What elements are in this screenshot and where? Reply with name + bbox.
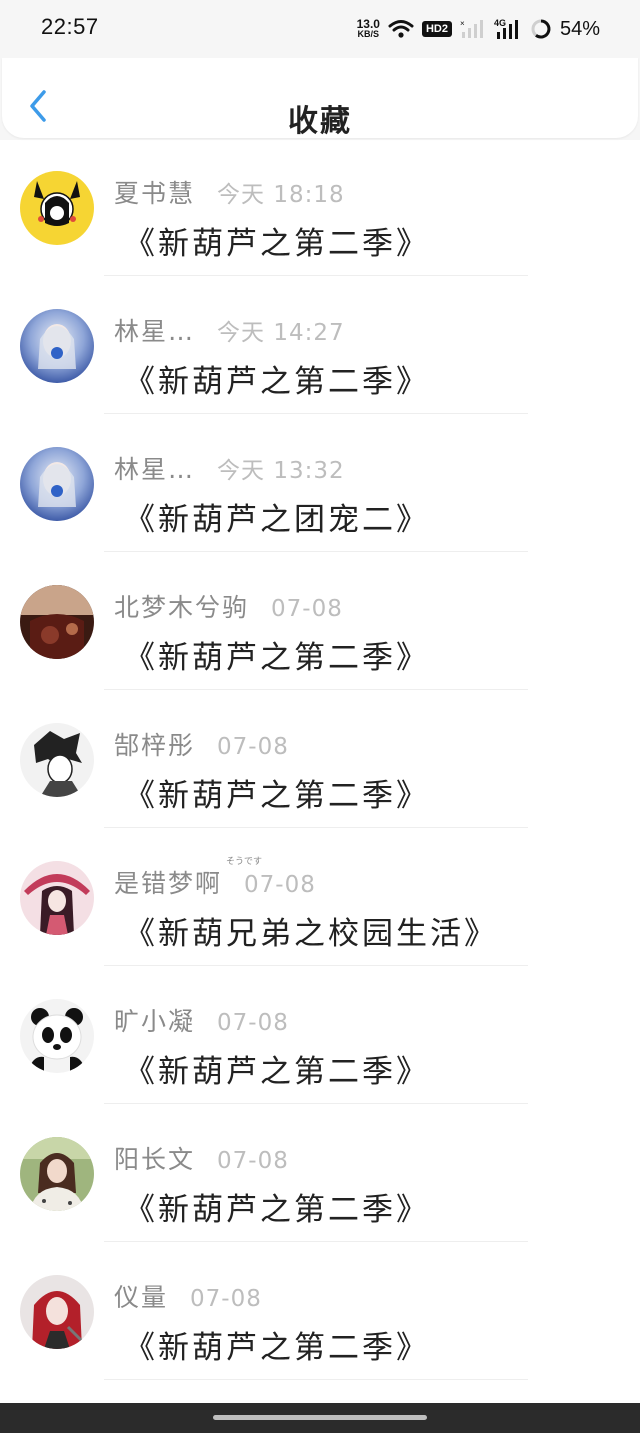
favorites-list: 夏书慧 今天 18:18 《新葫芦之第二季》 林星… 今天 14:27 《新葫芦… <box>0 140 640 1382</box>
list-item[interactable]: 仪量 07-08 《新葫芦之第二季》 <box>0 1244 640 1382</box>
timestamp: 07-08 <box>217 1148 289 1174</box>
home-indicator[interactable] <box>213 1415 427 1420</box>
item-meta: 阳长文 07-08 <box>114 1140 289 1174</box>
user-name[interactable]: 旷小凝 <box>114 1002 195 1038</box>
signal-icon-2: 4G <box>494 18 518 39</box>
svg-text:×: × <box>460 19 465 28</box>
timestamp: 今天 18:18 <box>217 182 345 208</box>
avatar-panda-image <box>20 999 94 1073</box>
avatar-blue-girl-image <box>20 309 94 383</box>
list-item[interactable]: 夏书慧 今天 18:18 《新葫芦之第二季》 <box>0 140 640 278</box>
item-meta: そうです 是错梦啊 07-08 <box>114 857 316 898</box>
timestamp: 07-08 <box>190 1286 262 1312</box>
net-speed: 13.0 KB/S <box>356 17 380 39</box>
timestamp: 07-08 <box>217 1010 289 1036</box>
timestamp: 07-08 <box>217 734 289 760</box>
avatar-dark-red-image <box>20 585 94 659</box>
list-item[interactable]: そうです 是错梦啊 07-08 《新葫兄弟之校园生活》 <box>0 830 640 968</box>
item-meta: 夏书慧 今天 18:18 <box>114 174 345 208</box>
book-title[interactable]: 《新葫芦之第二季》 <box>124 632 430 677</box>
divider <box>104 1241 528 1242</box>
net-speed-value: 13.0 <box>356 17 380 31</box>
avatar[interactable] <box>20 723 94 797</box>
avatar[interactable] <box>20 1275 94 1349</box>
list-item[interactable]: 林星… 今天 14:27 《新葫芦之第二季》 <box>0 278 640 416</box>
book-title[interactable]: 《新葫芦之第二季》 <box>124 1046 430 1091</box>
avatar[interactable] <box>20 171 94 245</box>
avatar[interactable] <box>20 861 94 935</box>
user-name[interactable]: 阳长文 <box>114 1140 195 1176</box>
battery-ring-icon <box>531 19 551 39</box>
avatar[interactable] <box>20 447 94 521</box>
item-meta: 旷小凝 07-08 <box>114 1002 289 1036</box>
list-item[interactable]: 阳长文 07-08 《新葫芦之第二季》 <box>0 1106 640 1244</box>
avatar-pikachu-image <box>20 171 94 245</box>
divider <box>104 1379 528 1380</box>
user-name[interactable]: 是错梦啊 <box>114 864 222 900</box>
divider <box>104 413 528 414</box>
status-bar: 22:57 13.0 KB/S HD2 × 4G 54% <box>0 0 640 58</box>
battery-percent: 54% <box>559 17 600 40</box>
header: 收藏 <box>0 58 640 140</box>
avatar-sketch-image <box>20 723 94 797</box>
user-name[interactable]: 仪量 <box>114 1278 168 1314</box>
item-meta: 林星… 今天 13:32 <box>114 450 345 484</box>
divider <box>104 689 528 690</box>
net-speed-unit: KB/S <box>357 29 380 39</box>
status-icons: 13.0 KB/S HD2 × 4G 54% <box>357 14 600 44</box>
book-title[interactable]: 《新葫芦之第二季》 <box>124 1322 430 1367</box>
avatar[interactable] <box>20 1137 94 1211</box>
name-ruby: そうです <box>226 857 263 867</box>
timestamp: 今天 14:27 <box>217 320 345 346</box>
list-item[interactable]: 旷小凝 07-08 《新葫芦之第二季》 <box>0 968 640 1106</box>
signal-icon-1: × <box>460 19 483 38</box>
divider <box>104 827 528 828</box>
book-title[interactable]: 《新葫芦之第二季》 <box>124 770 430 815</box>
timestamp: 今天 13:32 <box>217 458 345 484</box>
divider <box>104 965 528 966</box>
user-name[interactable]: 北梦木兮驹 <box>114 588 249 624</box>
timestamp: 07-08 <box>271 596 343 622</box>
list-item[interactable]: 郜梓彤 07-08 《新葫芦之第二季》 <box>0 692 640 830</box>
avatar-girl-photo-image <box>20 1137 94 1211</box>
hd-badge: HD2 <box>421 21 452 37</box>
list-item[interactable]: 北梦木兮驹 07-08 《新葫芦之第二季》 <box>0 554 640 692</box>
user-name[interactable]: 郜梓彤 <box>114 726 195 762</box>
user-name[interactable]: 林星… <box>114 450 195 486</box>
user-name[interactable]: 林星… <box>114 312 195 348</box>
avatar-red-hair-image <box>20 1275 94 1349</box>
book-title[interactable]: 《新葫芦之团宠二》 <box>124 494 430 539</box>
item-meta: 北梦木兮驹 07-08 <box>114 588 343 622</box>
avatar[interactable] <box>20 585 94 659</box>
user-name[interactable]: 夏书慧 <box>114 174 195 210</box>
divider <box>104 551 528 552</box>
avatar[interactable] <box>20 309 94 383</box>
item-meta: 林星… 今天 14:27 <box>114 312 345 346</box>
timestamp: 07-08 <box>244 872 316 898</box>
list-item[interactable]: 林星… 今天 13:32 《新葫芦之团宠二》 <box>0 416 640 554</box>
divider <box>104 275 528 276</box>
wifi-icon <box>388 20 414 38</box>
divider <box>104 1103 528 1104</box>
book-title[interactable]: 《新葫芦之第二季》 <box>124 1184 430 1229</box>
header-card: 收藏 <box>2 58 638 139</box>
page-title: 收藏 <box>288 104 352 139</box>
book-title[interactable]: 《新葫芦之第二季》 <box>124 218 430 263</box>
book-title[interactable]: 《新葫兄弟之校园生活》 <box>124 908 498 953</box>
avatar-blue-girl-image <box>20 447 94 521</box>
avatar[interactable] <box>20 999 94 1073</box>
network-type-label: 4G <box>494 18 506 28</box>
avatar-pink-anime-image <box>20 861 94 935</box>
item-meta: 郜梓彤 07-08 <box>114 726 289 760</box>
book-title[interactable]: 《新葫芦之第二季》 <box>124 356 430 401</box>
system-nav-bar <box>0 1403 640 1433</box>
item-meta: 仪量 07-08 <box>114 1278 262 1312</box>
status-time: 22:57 <box>41 14 99 39</box>
